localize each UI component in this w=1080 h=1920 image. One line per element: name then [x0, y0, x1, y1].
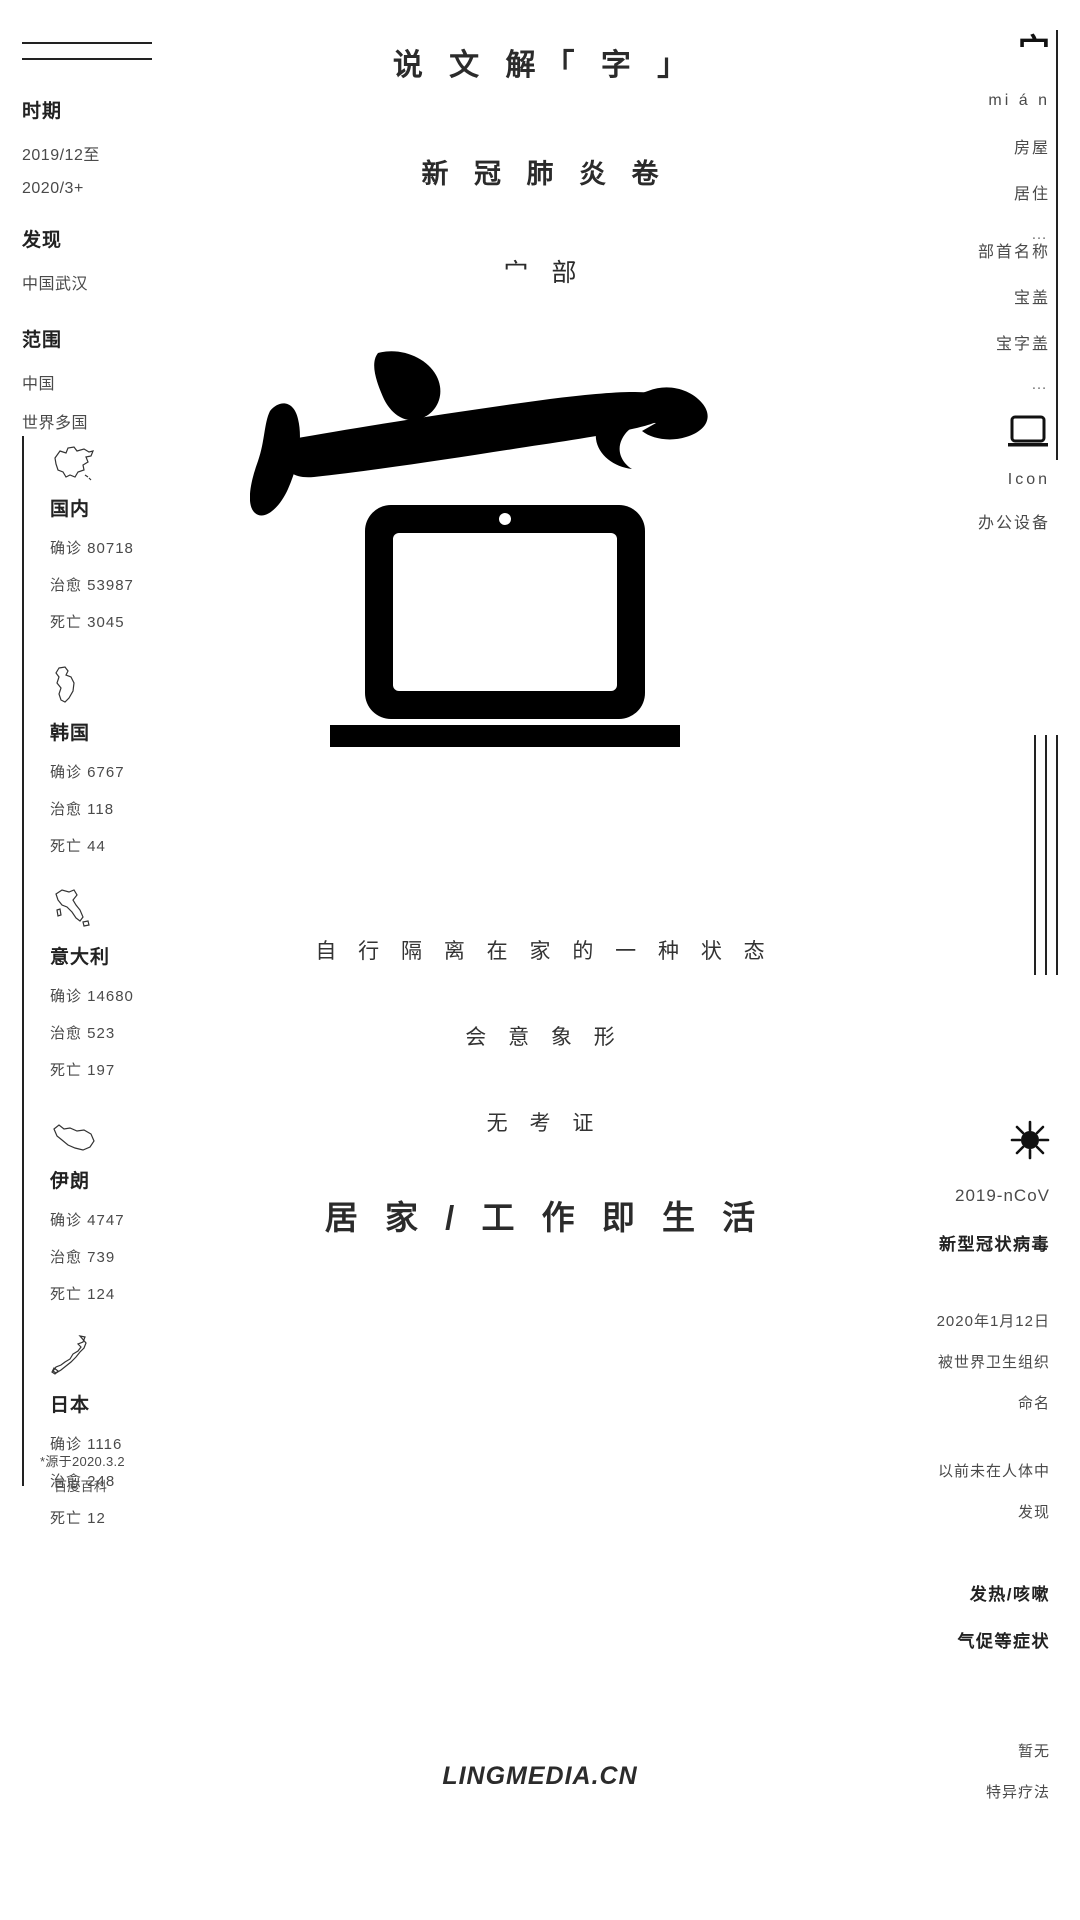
country-stat-block: 意大利 确诊 14680 治愈 523 死亡 197 — [50, 884, 134, 1080]
country-stats-list: 国内 确诊 80718 治愈 53987 死亡 3045 韩国 确诊 6767 … — [22, 436, 134, 1527]
meta-title-scope: 范围 — [22, 330, 63, 351]
mian-radical-over-laptop-icon — [250, 351, 708, 747]
right-sidebar: 宀 mi á n 房屋 居住 … 部首名称 宝盖 宝字盖 … Icon 办公设备 — [830, 0, 1080, 1920]
country-deaths: 死亡 44 — [50, 838, 106, 855]
meta-value-origin-1: 中国武汉 — [22, 276, 89, 293]
virus-code: 2019-nCoV — [954, 1186, 1050, 1205]
country-recovered: 治愈 118 — [50, 801, 115, 818]
country-name: 国内 — [50, 499, 91, 520]
novelty-line-1: 以前未在人体中 — [937, 1463, 1050, 1480]
radical-name-block: 部首名称 宝盖 宝字盖 … — [978, 238, 1050, 416]
poster-root: 时期 2019/12至 2020/3+ 发现 中国武汉 范围 中国 世界多国 国… — [0, 0, 1080, 1920]
coronavirus-icon — [939, 1120, 1050, 1160]
country-confirmed: 确诊 14680 — [50, 988, 134, 1005]
naming-line-3: 命名 — [1017, 1395, 1050, 1412]
treatment-line-2: 特异疗法 — [985, 1784, 1050, 1801]
radical-pinyin: mi á n — [988, 92, 1050, 109]
country-stat-block: 韩国 确诊 6767 治愈 118 死亡 44 — [50, 660, 134, 856]
country-name: 日本 — [50, 1395, 91, 1416]
country-deaths: 死亡 124 — [50, 1286, 116, 1303]
country-recovered: 治愈 523 — [50, 1025, 116, 1042]
treatment-line-1: 暂无 — [1017, 1743, 1050, 1760]
meta-block-scope: 范围 中国 世界多国 — [22, 325, 88, 448]
radical-info-block: 宀 mi á n 房屋 居住 … — [988, 34, 1050, 266]
novelty-line-2: 发现 — [1017, 1504, 1050, 1521]
country-name: 意大利 — [50, 947, 111, 968]
italy-map-icon — [50, 884, 134, 932]
radical-meaning-1: 房屋 — [1013, 140, 1050, 157]
source-note: *源于2020.3.2 百度百科 — [40, 1450, 220, 1499]
decor-line-1 — [1056, 735, 1058, 975]
country-deaths: 死亡 197 — [50, 1062, 116, 1079]
radical-section-title: 宀 部 — [503, 259, 585, 287]
virus-treatment-block: 暂无 特异疗法 — [986, 1740, 1050, 1822]
country-recovered: 治愈 739 — [50, 1249, 116, 1266]
symptom-line-2: 气促等症状 — [957, 1632, 1050, 1651]
decor-line-2 — [1045, 735, 1047, 975]
meta-block-origin: 发现 中国武汉 — [22, 225, 88, 309]
virus-info-block: 2019-nCoV 新型冠状病毒 — [939, 1120, 1050, 1277]
tagline: 居 家 / 工 作 即 生 活 — [324, 1199, 765, 1236]
symptom-line-1: 发热/咳嗽 — [969, 1585, 1050, 1604]
center-column: 说 文 解「 字 」 新 冠 肺 炎 卷 宀 部 自 行 隔 离 在 家 的 一… — [250, 0, 830, 1920]
page-title: 说 文 解「 字 」 — [392, 49, 697, 82]
virus-symptom-block: 发热/咳嗽 气促等症状 — [958, 1580, 1051, 1674]
country-confirmed: 确诊 4747 — [50, 1212, 125, 1229]
country-deaths: 死亡 3045 — [50, 614, 125, 631]
left-sidebar: 时期 2019/12至 2020/3+ 发现 中国武汉 范围 中国 世界多国 国… — [0, 0, 250, 1920]
meta-block-period: 时期 2019/12至 2020/3+ — [22, 96, 100, 213]
radical-glyph: 宀 — [1017, 32, 1050, 68]
country-stat-block: 伊朗 确诊 4747 治愈 739 死亡 124 — [50, 1108, 134, 1304]
character-formation-type: 会 意 象 形 — [465, 1026, 623, 1049]
rule-line-1 — [22, 42, 152, 44]
country-stat-block: 国内 确诊 80718 治愈 53987 死亡 3045 — [50, 436, 134, 632]
laptop-icon — [978, 415, 1050, 449]
virus-novelty-block: 以前未在人体中 发现 — [938, 1460, 1050, 1542]
meta-title-origin: 发现 — [22, 230, 63, 251]
source-note-line-2: 百度百科 — [54, 1478, 108, 1494]
country-deaths: 死亡 12 — [50, 1510, 106, 1527]
icon-category: 办公设备 — [977, 515, 1050, 532]
meta-value-period-1: 2019/12至 — [22, 147, 100, 164]
meta-value-scope-2: 世界多国 — [22, 415, 89, 432]
radical-name-2: 宝字盖 — [995, 336, 1050, 353]
country-name: 韩国 — [50, 723, 91, 744]
meta-value-scope-1: 中国 — [22, 376, 56, 393]
radical-name-1: 宝盖 — [1013, 290, 1050, 307]
decorative-triple-lines — [1014, 735, 1058, 975]
japan-map-icon — [50, 1332, 134, 1380]
naming-line-2: 被世界卫生组织 — [937, 1354, 1050, 1371]
page-subtitle: 新 冠 肺 炎 卷 — [421, 159, 668, 189]
source-note-line-1: *源于2020.3.2 — [40, 1454, 125, 1469]
south-korea-map-icon — [50, 660, 134, 708]
radical-name-ellipsis: … — [1031, 376, 1050, 393]
hero-illustration — [250, 327, 830, 757]
decorative-double-rule — [22, 42, 152, 74]
china-map-icon — [50, 436, 134, 484]
right-vertical-divider — [1056, 30, 1058, 460]
rule-line-2 — [22, 58, 152, 60]
icon-info-block: Icon 办公设备 — [978, 415, 1050, 555]
radical-meaning-2: 居住 — [1013, 186, 1050, 203]
meta-title-period: 时期 — [22, 101, 63, 122]
naming-line-1: 2020年1月12日 — [936, 1313, 1050, 1330]
icon-caption: Icon — [1007, 471, 1050, 488]
country-confirmed: 确诊 6767 — [50, 764, 125, 781]
meta-value-period-2: 2020/3+ — [22, 180, 84, 197]
country-recovered: 治愈 53987 — [50, 577, 134, 594]
brand-logo: LINGMEDIA.CN — [442, 1762, 638, 1790]
virus-naming-block: 2020年1月12日 被世界卫生组织 命名 — [937, 1310, 1050, 1433]
decor-line-3 — [1034, 735, 1036, 975]
meaning-description: 自 行 隔 离 在 家 的 一 种 状 态 — [315, 940, 773, 963]
radical-name-label: 部首名称 — [977, 244, 1050, 261]
country-confirmed: 确诊 80718 — [50, 540, 134, 557]
virus-name: 新型冠状病毒 — [939, 1235, 1050, 1254]
iran-map-icon — [50, 1108, 134, 1156]
evidence-status: 无 考 证 — [486, 1112, 602, 1135]
country-name: 伊朗 — [50, 1171, 91, 1192]
